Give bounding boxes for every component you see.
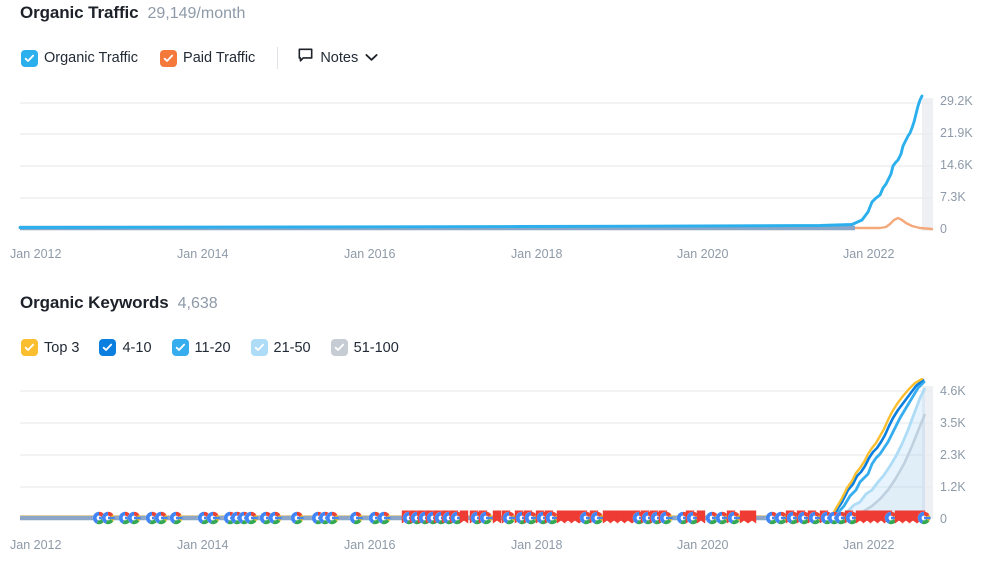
legend-label-21-50: 21-50: [273, 339, 311, 356]
keywords-xtick-5: Jan 2022: [843, 538, 895, 552]
organic-keywords-header: Organic Keywords 4,638: [20, 293, 218, 313]
keywords-legend: Top 3 4-10 11-20 21-50 51-100: [21, 339, 399, 356]
traffic-xtick-5: Jan 2022: [843, 247, 895, 261]
checkbox-checked-icon[interactable]: [330, 339, 348, 356]
line-top-3: [20, 378, 924, 518]
traffic-ytick-2: 14.6K: [940, 158, 973, 172]
keywords-ytick-1: 3.5K: [940, 416, 966, 430]
legend-item-paid-traffic[interactable]: Paid Traffic: [160, 49, 256, 67]
traffic-ytick-1: 21.9K: [940, 126, 973, 140]
traffic-chart-svg: [18, 94, 934, 231]
checkbox-checked-icon[interactable]: [99, 339, 117, 356]
gridlines: [20, 102, 932, 199]
legend-item-organic-traffic[interactable]: Organic Traffic: [21, 49, 139, 67]
serp-volatility-markers: [401, 510, 931, 525]
traffic-xtick-0: Jan 2012: [10, 247, 62, 261]
keywords-x-axis: Jan 2012 Jan 2014 Jan 2016 Jan 2018 Jan …: [0, 538, 993, 556]
traffic-x-axis: Jan 2012 Jan 2014 Jan 2016 Jan 2018 Jan …: [0, 247, 993, 265]
checkbox-checked-icon[interactable]: [171, 339, 189, 356]
traffic-ytick-4: 0: [940, 222, 947, 236]
traffic-legend: Organic Traffic Paid Traffic Notes: [21, 47, 378, 69]
checkbox-checked-icon[interactable]: [250, 339, 268, 356]
keywords-xtick-0: Jan 2012: [10, 538, 62, 552]
area-51-100: [20, 414, 925, 519]
page-title: Organic Traffic: [20, 3, 139, 22]
keywords-ytick-0: 4.6K: [940, 384, 966, 398]
keywords-xtick-3: Jan 2018: [511, 538, 563, 552]
traffic-ytick-0: 29.2K: [940, 94, 973, 108]
legend-item-top-3[interactable]: Top 3: [21, 339, 79, 356]
organic-traffic-value: 29,149/month: [147, 5, 246, 22]
checkbox-checked-icon[interactable]: [21, 49, 38, 67]
chevron-down-icon[interactable]: [365, 49, 378, 67]
legend-item-11-20[interactable]: 11-20: [171, 339, 231, 356]
checkbox-checked-icon[interactable]: [21, 339, 38, 356]
area-21-50: [20, 388, 925, 519]
legend-item-51-100[interactable]: 51-100: [330, 339, 399, 356]
legend-item-4-10[interactable]: 4-10: [99, 339, 152, 356]
legend-label-4-10: 4-10: [122, 339, 152, 356]
keywords-ytick-3: 1.2K: [940, 480, 966, 494]
legend-divider: [277, 47, 279, 69]
note-icon: [298, 48, 313, 68]
keyword-series: [20, 378, 927, 520]
line-11-20: [20, 380, 926, 519]
keywords-xtick-4: Jan 2020: [677, 538, 729, 552]
legend-label-51-100: 51-100: [353, 339, 399, 356]
section-title-keywords: Organic Keywords: [20, 293, 169, 312]
legend-label-top-3: Top 3: [44, 339, 80, 356]
keywords-chart-svg: [20, 378, 933, 525]
checkbox-checked-icon[interactable]: [160, 49, 178, 67]
traffic-ytick-3: 7.3K: [940, 190, 966, 204]
line-21-50: [20, 387, 927, 520]
legend-item-21-50[interactable]: 21-50: [250, 339, 311, 356]
keywords-ytick-4: 0: [940, 512, 947, 526]
organic-traffic-header: Organic Traffic 29,149/month: [20, 3, 245, 23]
current-period-band: [922, 98, 933, 231]
traffic-xtick-3: Jan 2018: [511, 247, 563, 261]
legend-label-paid-traffic: Paid Traffic: [183, 50, 256, 66]
traffic-xtick-2: Jan 2016: [344, 247, 396, 261]
serp-marker-row[interactable]: [92, 510, 931, 525]
seo-overview-panel: Organic Traffic 29,149/month Organic Tra…: [0, 0, 993, 570]
notes-button[interactable]: Notes: [298, 48, 378, 68]
organic-traffic-chart[interactable]: [0, 88, 935, 233]
line-51-100: [20, 413, 927, 520]
traffic-xtick-1: Jan 2014: [177, 247, 229, 261]
organic-keywords-value: 4,638: [177, 295, 218, 312]
notes-label: Notes: [320, 50, 359, 66]
legend-label-11-20: 11-20: [194, 339, 231, 356]
line-4-10: [20, 378, 925, 519]
keywords-xtick-1: Jan 2014: [177, 538, 229, 552]
organic-keywords-chart[interactable]: [0, 378, 935, 528]
traffic-xtick-4: Jan 2020: [677, 247, 729, 261]
legend-label-organic-traffic: Organic Traffic: [44, 50, 139, 66]
keywords-ytick-2: 2.3K: [940, 448, 966, 462]
keywords-xtick-2: Jan 2016: [344, 538, 396, 552]
organic-traffic-line: [18, 94, 924, 229]
gridlines: [20, 390, 932, 488]
